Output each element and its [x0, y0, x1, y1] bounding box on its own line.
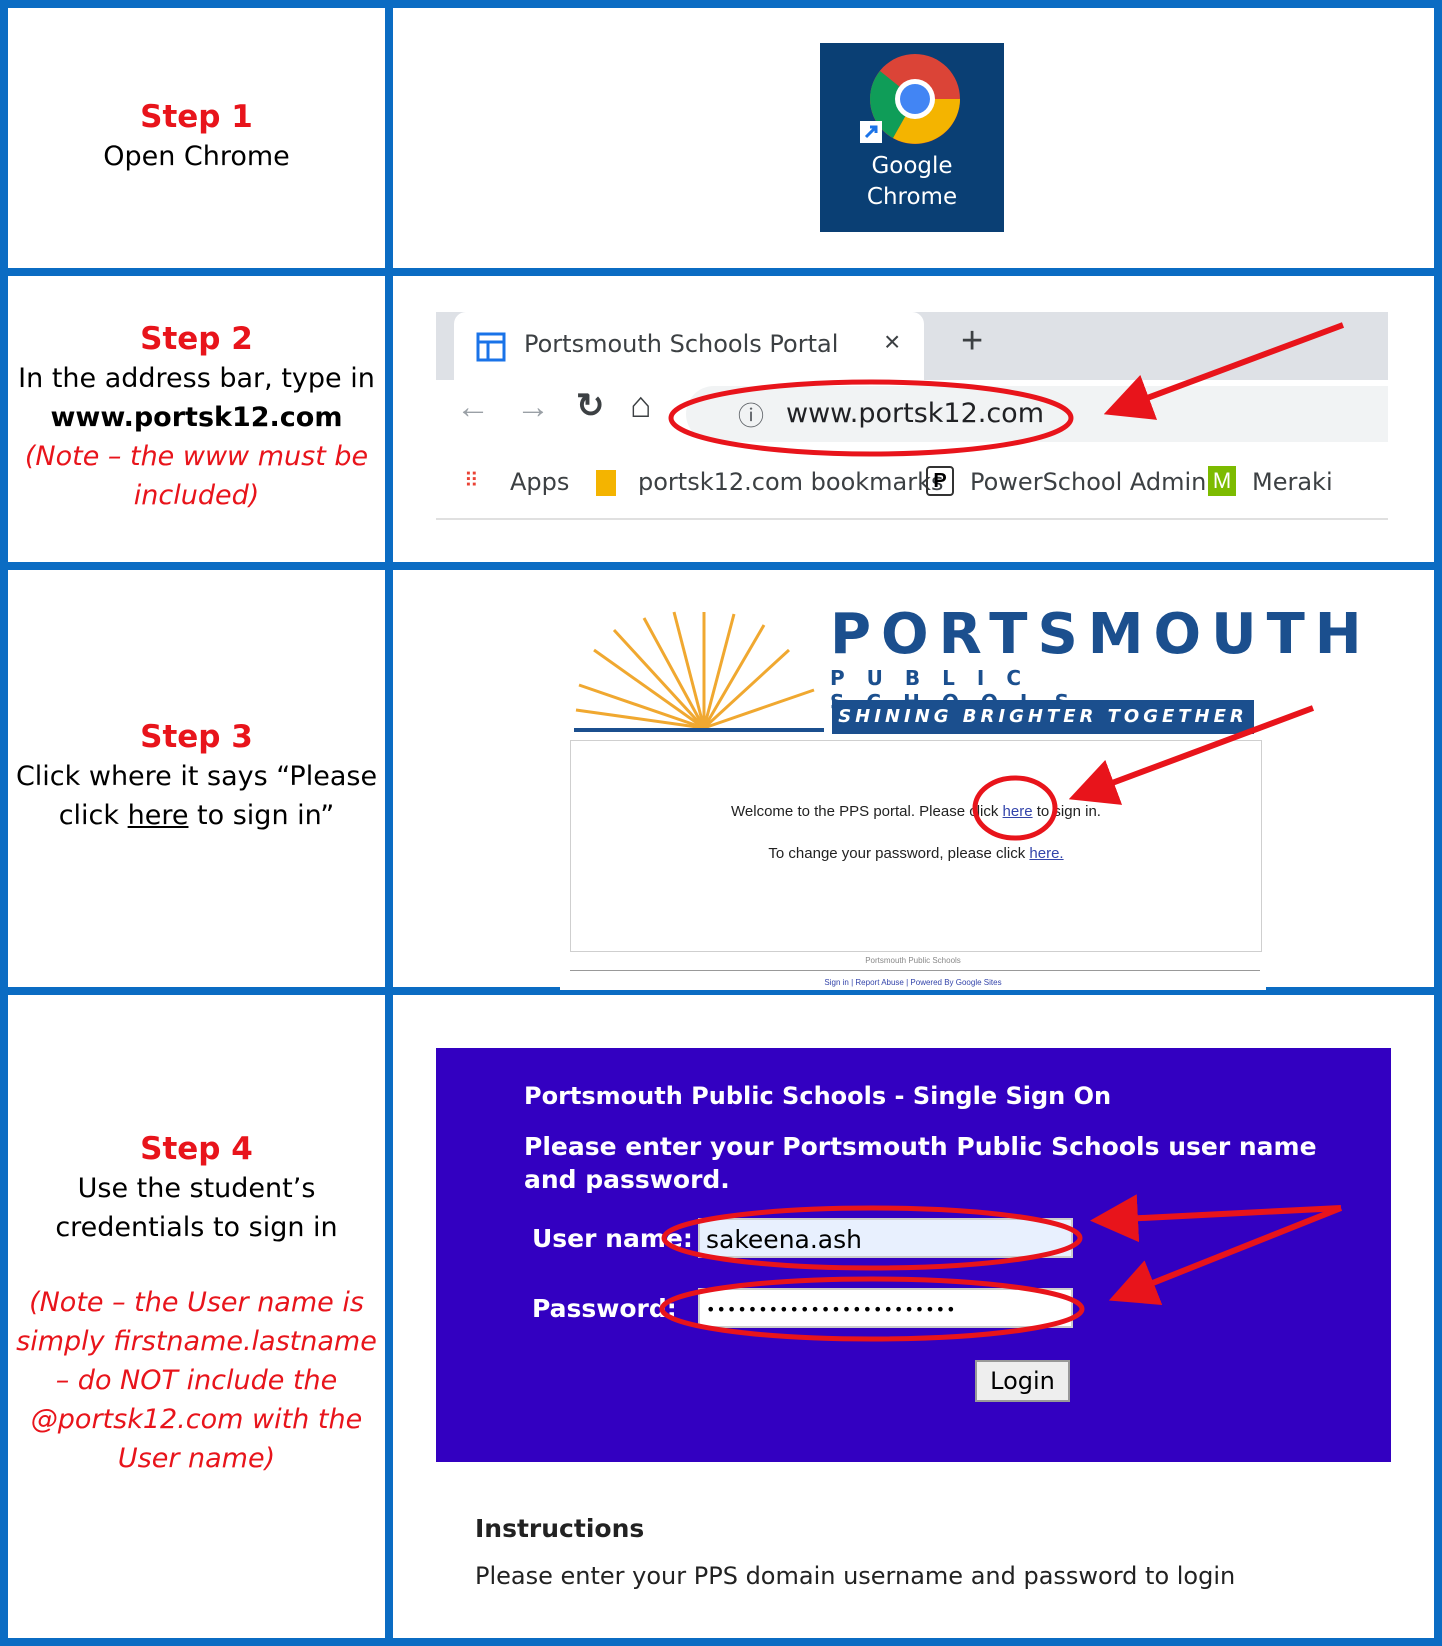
step-2-note: (Note – the www must be included) [24, 441, 369, 511]
bookmark-meraki[interactable]: Meraki [1252, 468, 1333, 496]
step-4-instruction-1: Use the student’s [77, 1173, 316, 1204]
footer-divider [570, 970, 1260, 971]
portsmouth-title: PORTSMOUTH [830, 602, 1372, 667]
meraki-icon: M [1208, 466, 1236, 496]
chrome-logo-icon [860, 54, 960, 144]
change-pre: To change your password, please click [768, 845, 1030, 862]
row-divider [0, 268, 1442, 276]
instructions-text: Please enter your PPS domain username an… [475, 1562, 1236, 1590]
welcome-post: to sign in. [1032, 803, 1101, 820]
step-3-instruction-1: Click where it says “Please [15, 761, 378, 792]
step-4-title: Step 4 [140, 1131, 253, 1167]
step-3-instruction-2: click here to sign in” [8, 796, 385, 835]
bookmark-portsk12[interactable]: portsk12.com bookmarks [638, 468, 944, 496]
step-3-text-pre: click [58, 800, 128, 831]
footer-school-name: Portsmouth Public Schools [865, 956, 961, 965]
bookmarks-bar: ⠿ Apps portsk12.com bookmarks P PowerSch… [436, 448, 1388, 520]
change-password-text: To change your password, please click he… [571, 845, 1261, 862]
step-3-here: here [127, 800, 189, 831]
tab-strip: Portsmouth Schools Portal × + [436, 312, 1388, 380]
bookmark-powerschool[interactable]: PowerSchool Admin [970, 468, 1206, 496]
address-url: www.portsk12.com [786, 398, 1045, 429]
sso-title: Portsmouth Public Schools - Single Sign … [524, 1082, 1112, 1110]
welcome-pre: Welcome to the PPS portal. Please click [731, 803, 1003, 820]
step-3-text: Step 3 Click where it says “Please click… [8, 718, 385, 835]
step-4-instruction-2: credentials to sign in [55, 1212, 338, 1243]
password-label: Password: [532, 1294, 677, 1323]
browser-tab[interactable]: Portsmouth Schools Portal × [454, 312, 924, 380]
step-3-text-post: to sign in” [188, 800, 335, 831]
document-icon [596, 470, 616, 496]
sso-login-panel: Portsmouth Public Schools - Single Sign … [436, 1048, 1391, 1462]
bookmark-apps[interactable]: Apps [510, 468, 569, 496]
step-2-title: Step 2 [140, 321, 253, 357]
address-bar[interactable]: ⓘ www.portsk12.com [686, 386, 1388, 442]
powerschool-icon: P [926, 466, 954, 496]
step-3-title: Step 3 [140, 719, 253, 755]
sso-message: Please enter your Portsmouth Public Scho… [524, 1132, 1317, 1194]
info-icon[interactable]: ⓘ [738, 396, 764, 433]
welcome-text: Welcome to the PPS portal. Please click … [571, 803, 1261, 820]
navigation-bar: ← → ↻ ⌂ ⓘ www.portsk12.com [436, 380, 1388, 448]
tagline: SHINING BRIGHTER TOGETHER [832, 700, 1254, 734]
column-divider [385, 0, 393, 1646]
instructions-heading: Instructions [475, 1514, 645, 1543]
login-button[interactable]: Login [975, 1360, 1070, 1402]
chrome-label-line2: Chrome [866, 184, 958, 210]
step-2-text: Step 2 In the address bar, type in www.p… [8, 320, 385, 515]
google-chrome-desktop-icon[interactable]: Google Chrome [820, 43, 1004, 232]
step-4-note: (Note – the User name is simply firstnam… [16, 1287, 377, 1474]
chrome-label-line1: Google [871, 153, 953, 179]
username-label: User name: [532, 1224, 693, 1253]
sunburst-logo-icon [574, 611, 824, 732]
step-2-url: www.portsk12.com [50, 402, 343, 433]
username-input[interactable]: sakeena.ash [698, 1218, 1073, 1258]
sign-in-link[interactable]: here [1003, 803, 1033, 820]
step-4-text: Step 4 Use the student’s credentials to … [8, 1130, 385, 1478]
home-icon[interactable]: ⌂ [630, 384, 652, 426]
browser-screenshot: Portsmouth Schools Portal × + ← → ↻ ⌂ ⓘ … [436, 312, 1388, 520]
chrome-icon-label: Google Chrome [820, 151, 1004, 213]
step-1-text: Step 1 Open Chrome [8, 98, 385, 176]
step-1-instruction: Open Chrome [103, 141, 290, 172]
row-divider [0, 562, 1442, 570]
footer-links[interactable]: Sign in | Report Abuse | Powered By Goog… [560, 978, 1266, 987]
pps-portal-page: PORTSMOUTH PUBLIC SCHOOLS SHINING BRIGHT… [560, 602, 1362, 990]
apps-grid-icon: ⠿ [464, 470, 479, 492]
back-icon[interactable]: ← [456, 388, 490, 427]
portal-content-box: Welcome to the PPS portal. Please click … [570, 740, 1262, 952]
change-password-link[interactable]: here. [1029, 845, 1063, 862]
new-tab-icon[interactable]: + [961, 320, 983, 363]
tab-close-icon[interactable]: × [884, 326, 900, 358]
forward-icon[interactable]: → [516, 388, 550, 427]
site-favicon-icon [476, 332, 506, 362]
step-2-instruction: In the address bar, type in [18, 363, 375, 394]
password-input[interactable]: •••••••••••••••••••••••• [698, 1288, 1073, 1328]
reload-icon[interactable]: ↻ [576, 386, 605, 426]
step-1-title: Step 1 [140, 99, 253, 135]
tab-title: Portsmouth Schools Portal [524, 330, 839, 358]
